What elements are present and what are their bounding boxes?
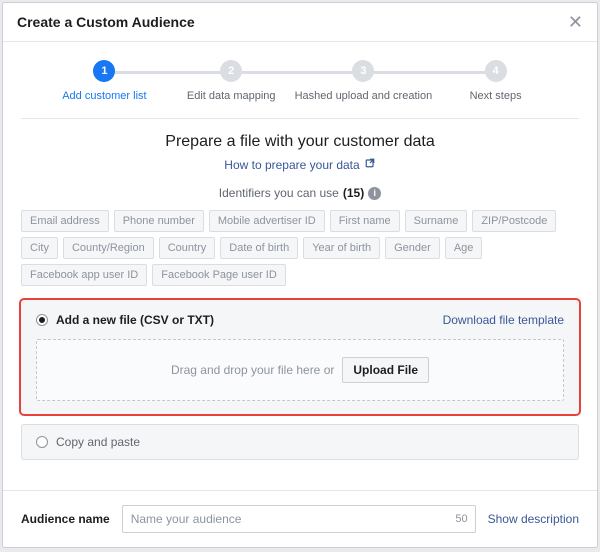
identifier-chip: Facebook Page user ID [152, 264, 286, 286]
prepare-link-text: How to prepare your data [224, 158, 359, 172]
identifier-chip: Gender [385, 237, 440, 259]
copy-paste-option[interactable]: Copy and paste [21, 424, 579, 460]
show-description-link[interactable]: Show description [488, 512, 579, 526]
identifiers-label: Identifiers you can use [219, 186, 339, 200]
audience-name-input[interactable] [122, 505, 476, 533]
radio-icon [36, 436, 48, 448]
identifier-chip: City [21, 237, 58, 259]
step-label: Add customer list [62, 90, 146, 102]
step-label: Hashed upload and creation [295, 90, 433, 102]
add-file-label: Add a new file (CSV or TXT) [56, 313, 214, 327]
custom-audience-modal: Create a Custom Audience ✕ 1 Add customer… [2, 2, 598, 548]
divider [21, 118, 579, 119]
identifier-chip: Country [159, 237, 216, 259]
audience-name-wrap: 50 [122, 505, 476, 533]
drop-hint: Drag and drop your file here or [171, 363, 334, 377]
download-template-link[interactable]: Download file template [443, 313, 564, 327]
external-link-icon [364, 157, 376, 172]
char-count: 50 [455, 513, 467, 525]
step-circle: 4 [485, 60, 507, 82]
step-connector [363, 71, 501, 74]
audience-name-label: Audience name [21, 512, 110, 526]
step-1[interactable]: 1 Add customer list [41, 60, 168, 102]
prepare-title: Prepare a file with your customer data [21, 133, 579, 151]
radio-icon [36, 314, 48, 326]
identifier-chip: ZIP/Postcode [472, 210, 556, 232]
identifiers-heading: Identifiers you can use (15) i [21, 186, 579, 200]
identifier-chip: Phone number [114, 210, 204, 232]
identifier-chip: Mobile advertiser ID [209, 210, 325, 232]
identifier-chip: Facebook app user ID [21, 264, 147, 286]
step-connector [104, 71, 231, 74]
identifiers-count: (15) [343, 186, 364, 200]
close-icon[interactable]: ✕ [568, 13, 583, 31]
step-4[interactable]: 4 Next steps [432, 60, 559, 102]
stepper: 1 Add customer list 2 Edit data mapping 3 Has… [21, 56, 579, 118]
prepare-data-link[interactable]: How to prepare your data [21, 157, 579, 172]
copy-paste-radio[interactable]: Copy and paste [36, 435, 564, 449]
upload-options: Add a new file (CSV or TXT) Download fil… [21, 300, 579, 460]
step-circle: 1 [93, 60, 115, 82]
identifier-chip: Email address [21, 210, 109, 232]
step-circle: 2 [220, 60, 242, 82]
step-2[interactable]: 2 Edit data mapping [168, 60, 295, 102]
identifier-chip: Year of birth [303, 237, 380, 259]
file-dropzone[interactable]: Drag and drop your file here or Upload F… [36, 339, 564, 401]
modal-title: Create a Custom Audience [17, 14, 195, 30]
identifier-chip: Date of birth [220, 237, 298, 259]
modal-body: 1 Add customer list 2 Edit data mapping 3 Has… [3, 42, 597, 490]
step-connector [231, 71, 358, 74]
modal-footer: Audience name 50 Show description [3, 490, 597, 547]
modal-header: Create a Custom Audience ✕ [3, 3, 597, 42]
step-label: Edit data mapping [187, 90, 276, 102]
identifier-chip: County/Region [63, 237, 154, 259]
identifier-chip: First name [330, 210, 400, 232]
identifier-chip: Age [445, 237, 483, 259]
copy-paste-label: Copy and paste [56, 435, 140, 449]
identifier-chips: Email addressPhone numberMobile advertis… [21, 210, 579, 286]
identifier-chip: Surname [405, 210, 468, 232]
add-file-header: Add a new file (CSV or TXT) Download fil… [36, 313, 564, 327]
step-3[interactable]: 3 Hashed upload and creation [295, 60, 433, 102]
add-file-radio[interactable]: Add a new file (CSV or TXT) [36, 313, 214, 327]
add-file-option[interactable]: Add a new file (CSV or TXT) Download fil… [21, 300, 579, 414]
step-circle: 3 [352, 60, 374, 82]
upload-file-button[interactable]: Upload File [342, 357, 429, 383]
info-icon[interactable]: i [368, 187, 381, 200]
step-label: Next steps [470, 90, 522, 102]
